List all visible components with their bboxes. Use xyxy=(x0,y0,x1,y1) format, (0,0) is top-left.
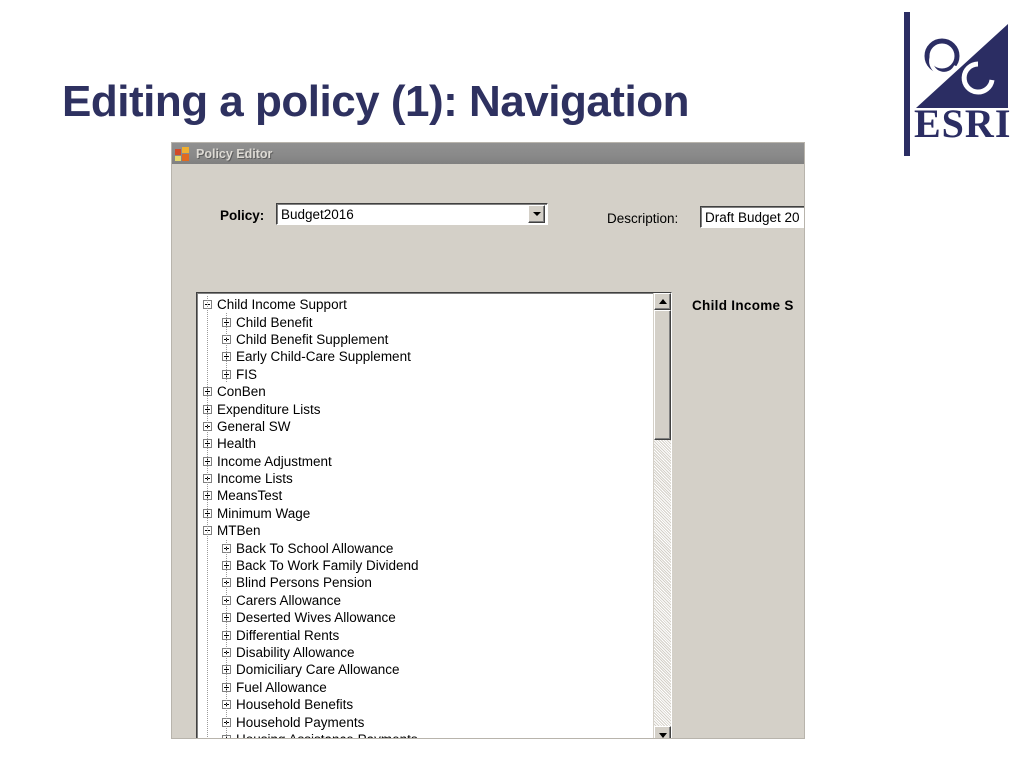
tree-item[interactable]: Back To Work Family Dividend xyxy=(197,557,653,574)
tree-item-label: Child Income Support xyxy=(217,297,347,313)
logo-triangle-mark xyxy=(916,24,1008,108)
tree-item[interactable]: Disability Allowance xyxy=(197,644,653,661)
scrollbar-thumb[interactable] xyxy=(654,310,671,440)
tree-item-label: Carers Allowance xyxy=(236,592,342,608)
tree-item[interactable]: ConBen xyxy=(197,383,653,400)
tree-item-label: MTBen xyxy=(217,523,261,539)
tree-item-label: Differential Rents xyxy=(236,627,340,643)
tree-guide-line xyxy=(207,296,208,738)
tree-item[interactable]: Child Benefit Supplement xyxy=(197,331,653,348)
policy-label: Policy: xyxy=(220,208,265,223)
tree-item[interactable]: Household Payments xyxy=(197,713,653,730)
tree-item-label: Blind Persons Pension xyxy=(236,575,372,591)
tree-item-label: Fuel Allowance xyxy=(236,679,327,695)
tree-item[interactable]: Child Income Support xyxy=(197,296,653,313)
tree-item[interactable]: Health xyxy=(197,435,653,452)
tree-vertical-scrollbar[interactable] xyxy=(653,293,671,738)
detail-pane-heading: Child Income S xyxy=(692,298,794,313)
tree-item[interactable]: Fuel Allowance xyxy=(197,679,653,696)
esri-logo: ESRI xyxy=(900,8,1010,156)
tree-item-label: Minimum Wage xyxy=(217,505,311,521)
tree-item[interactable]: Minimum Wage xyxy=(197,505,653,522)
tree-item[interactable]: Housing Assistance Payments xyxy=(197,731,653,738)
policy-combobox-value: Budget2016 xyxy=(281,206,354,222)
window-title: Policy Editor xyxy=(196,146,273,161)
chevron-down-icon[interactable] xyxy=(528,205,545,223)
tree-item[interactable]: Income Lists xyxy=(197,470,653,487)
tree-item[interactable]: Household Benefits xyxy=(197,696,653,713)
page-title: Editing a policy (1): Navigation xyxy=(62,77,689,126)
application-icon xyxy=(175,146,191,162)
tree-item[interactable]: MTBen xyxy=(197,522,653,539)
description-label: Description: xyxy=(607,211,679,226)
tree-item[interactable]: Deserted Wives Allowance xyxy=(197,609,653,626)
tree-item-label: Household Benefits xyxy=(236,697,354,713)
logo-wordmark: ESRI xyxy=(914,101,1012,146)
tree-guide-line xyxy=(226,539,227,738)
tree-item-label: ConBen xyxy=(217,384,266,400)
window-body: Policy: Budget2016 Description: Draft Bu… xyxy=(172,164,804,738)
policy-combobox[interactable]: Budget2016 xyxy=(276,203,548,225)
tree-item[interactable]: Carers Allowance xyxy=(197,592,653,609)
window-titlebar: Policy Editor xyxy=(172,143,804,164)
tree-item[interactable]: Expenditure Lists xyxy=(197,400,653,417)
description-input[interactable]: Draft Budget 20 xyxy=(700,206,804,228)
tree-item[interactable]: Early Child-Care Supplement xyxy=(197,348,653,365)
tree-item[interactable]: Child Benefit xyxy=(197,313,653,330)
logo-vertical-bar xyxy=(904,12,910,156)
tree-item[interactable]: Income Adjustment xyxy=(197,453,653,470)
tree-item[interactable]: Differential Rents xyxy=(197,626,653,643)
tree-item-label: Income Lists xyxy=(217,471,293,487)
tree-item-label: Household Payments xyxy=(236,714,365,730)
policy-tree[interactable]: Child Income Support Child Benefit Child B… xyxy=(197,293,653,738)
tree-item[interactable]: FIS xyxy=(197,366,653,383)
tree-item-label: Back To Work Family Dividend xyxy=(236,558,419,574)
triangle-down-icon[interactable] xyxy=(654,726,671,738)
tree-item-label: FIS xyxy=(236,366,258,382)
tree-item-label: Housing Assistance Payments xyxy=(236,732,418,738)
tree-item-label: Early Child-Care Supplement xyxy=(236,349,411,365)
tree-item-label: Income Adjustment xyxy=(217,453,332,469)
tree-guide-line xyxy=(226,313,227,383)
tree-item-label: Disability Allowance xyxy=(236,645,355,660)
tree-item-label: Expenditure Lists xyxy=(217,401,321,417)
tree-item[interactable]: Domiciliary Care Allowance xyxy=(197,661,653,678)
tree-item-label: Domiciliary Care Allowance xyxy=(236,662,400,678)
tree-item-label: MeansTest xyxy=(217,488,283,504)
tree-item-label: Child Benefit Supplement xyxy=(236,331,389,347)
tree-item[interactable]: Blind Persons Pension xyxy=(197,574,653,591)
tree-item[interactable]: Back To School Allowance xyxy=(197,539,653,556)
tree-item[interactable]: General SW xyxy=(197,418,653,435)
policy-tree-panel: Child Income Support Child Benefit Child B… xyxy=(196,292,672,738)
policy-editor-window: Policy Editor Policy: Budget2016 Descrip… xyxy=(172,143,804,738)
tree-item-label: Child Benefit xyxy=(236,314,313,330)
tree-item-label: General SW xyxy=(217,418,291,434)
scrollbar-track[interactable] xyxy=(654,310,671,726)
tree-item-label: Back To School Allowance xyxy=(236,540,394,556)
description-input-value: Draft Budget 20 xyxy=(705,209,800,225)
tree-item[interactable]: MeansTest xyxy=(197,487,653,504)
tree-item-label: Health xyxy=(217,436,257,452)
triangle-up-icon[interactable] xyxy=(654,293,671,310)
tree-item-label: Deserted Wives Allowance xyxy=(236,610,396,626)
